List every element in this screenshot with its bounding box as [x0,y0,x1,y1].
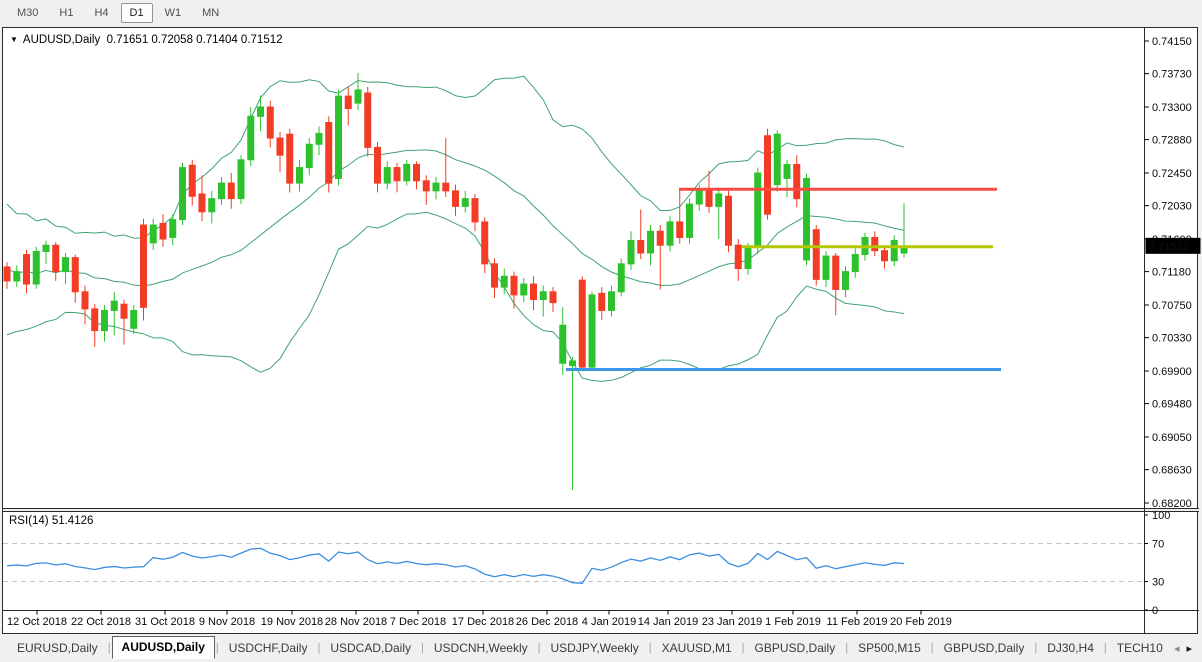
tab-scroll-arrows: ◂ ▸ [1174,642,1202,655]
tab-sp500-m15[interactable]: SP500,M15 [849,638,930,659]
tab-usdcnh-weekly[interactable]: USDCNH,Weekly [425,638,537,659]
tab-gbpusd-daily[interactable]: GBPUSD,Daily [746,638,845,659]
timeframe-button-MN[interactable]: MN [193,3,228,23]
chart-dropdown-icon[interactable]: ▼ [10,35,18,44]
timeframe-button-D1[interactable]: D1 [121,3,153,23]
tab-usdchf-daily[interactable]: USDCHF,Daily [220,638,317,659]
tab-scroll-left-icon[interactable]: ◂ [1174,642,1180,655]
timeframe-button-M30[interactable]: M30 [8,3,47,23]
tab-eurusd-daily[interactable]: EURUSD,Daily [8,638,107,659]
chart-symbol-label: AUDUSD,Daily [23,34,100,46]
symbol-tabbar: EURUSD,Daily|AUDUSD,Daily|USDCHF,Daily|U… [0,636,1202,660]
tab-scroll-right-icon[interactable]: ▸ [1186,642,1192,655]
chart-window [2,27,1198,634]
tab-dj30-h4[interactable]: DJ30,H4 [1038,638,1103,659]
tab-usdjpy-weekly[interactable]: USDJPY,Weekly [542,638,648,659]
timeframe-toolbar: M30H1H4D1W1MN [0,0,1202,26]
timeframe-button-H4[interactable]: H4 [85,3,117,23]
timeframe-button-W1[interactable]: W1 [156,3,191,23]
chart-ohlc-numbers: 0.71651 0.72058 0.71404 0.71512 [107,34,283,46]
tab-gbpusd-daily[interactable]: GBPUSD,Daily [935,638,1034,659]
timeframe-button-H1[interactable]: H1 [50,3,82,23]
rsi-indicator-label: RSI(14) 51.4126 [9,515,93,527]
chart-title[interactable]: ▼ AUDUSD,Daily 0.71651 0.72058 0.71404 0.… [10,34,283,46]
tab-usdcad-daily[interactable]: USDCAD,Daily [321,638,420,659]
tab-audusd-daily[interactable]: AUDUSD,Daily [112,636,215,659]
tab-xauusd-m1[interactable]: XAUUSD,M1 [653,638,741,659]
tab-tech10[interactable]: TECH10 [1108,638,1172,659]
